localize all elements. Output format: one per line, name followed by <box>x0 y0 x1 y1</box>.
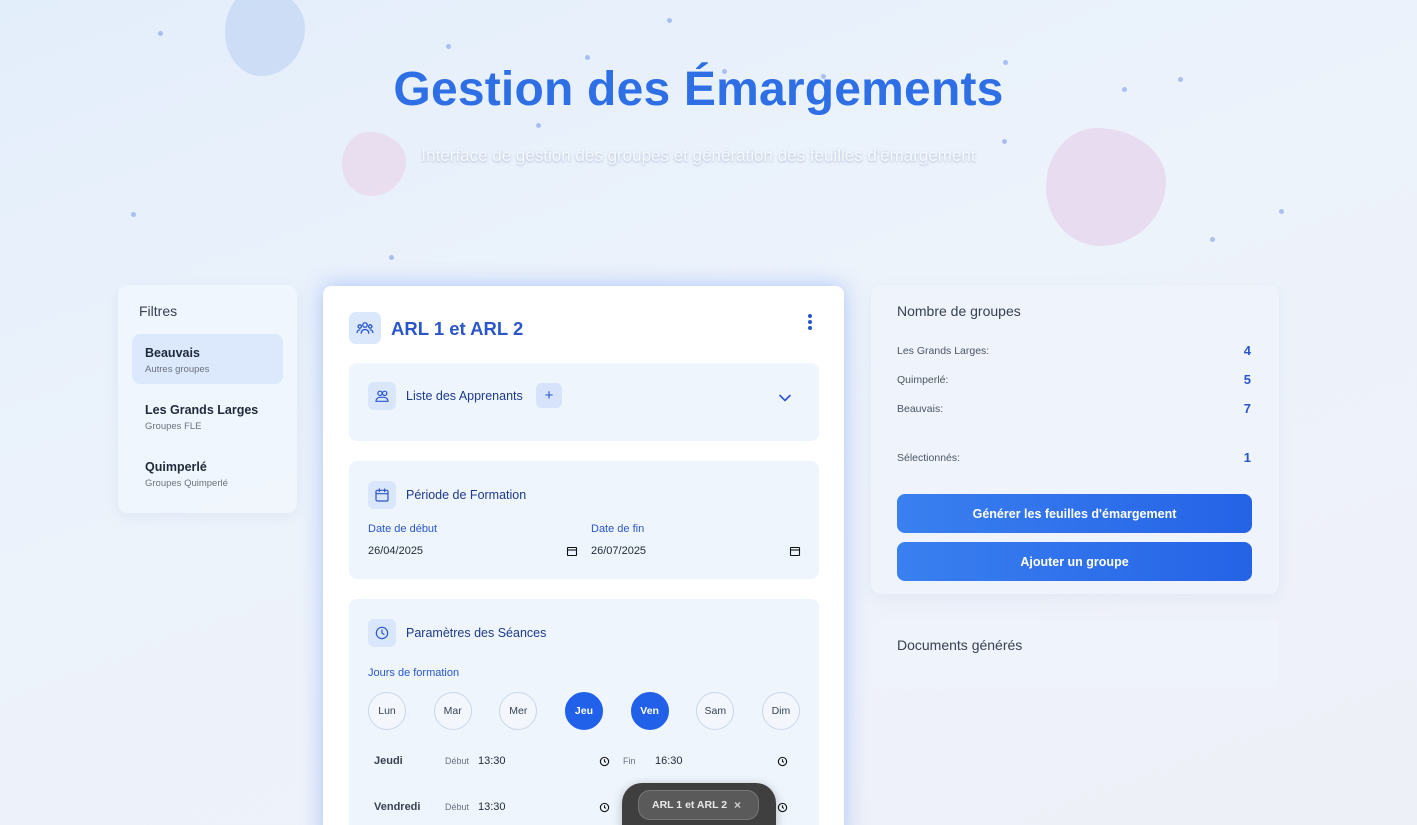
generate-sheets-button[interactable]: Générer les feuilles d'émargement <box>897 494 1252 533</box>
start-date-input[interactable]: 26/04/2025 <box>368 541 578 561</box>
clock-icon[interactable] <box>599 756 610 767</box>
chip-label: ARL 1 et ARL 2 <box>652 799 728 811</box>
start-time-label: Début <box>445 802 470 812</box>
stat-label: Beauvais: <box>897 403 944 415</box>
documents-panel: Documents générés <box>871 619 1279 689</box>
selected-label: Sélectionnés: <box>897 452 961 464</box>
learners-section[interactable]: Liste des Apprenants + <box>349 363 819 441</box>
day-toggle-jeu[interactable]: Jeu <box>564 692 603 730</box>
background-dot <box>131 212 136 217</box>
background-dot <box>585 55 590 60</box>
kebab-menu-icon[interactable] <box>803 312 817 332</box>
start-time-input[interactable]: 13:30 <box>478 801 506 813</box>
start-time-label: Début <box>445 756 470 766</box>
session-day-name: Jeudi <box>374 755 403 767</box>
sessions-title: Paramètres des Séances <box>406 626 547 640</box>
filter-name: Quimperlé <box>145 460 207 474</box>
chevron-down-icon[interactable] <box>778 390 792 408</box>
add-learner-button[interactable]: + <box>536 383 562 408</box>
training-days-label: Jours de formation <box>368 667 460 679</box>
stat-value: 7 <box>1243 401 1251 416</box>
clock-icon[interactable] <box>777 756 788 767</box>
end-date-label: Date de fin <box>591 523 645 535</box>
start-date-label: Date de début <box>368 523 438 535</box>
clock-icon[interactable] <box>777 802 788 813</box>
clock-icon[interactable] <box>599 802 610 813</box>
people-icon <box>368 382 396 410</box>
session-day-name: Vendredi <box>374 801 421 813</box>
day-toggle-lun[interactable]: Lun <box>368 692 406 730</box>
start-date-value: 26/04/2025 <box>368 545 424 557</box>
background-dot <box>446 44 451 49</box>
learners-title: Liste des Apprenants <box>406 389 523 403</box>
days-selector: Lun Mar Mer Jeu Ven Sam Dim <box>368 692 800 730</box>
page-title: Gestion des Émargements <box>393 63 1004 116</box>
day-toggle-sam[interactable]: Sam <box>696 692 735 730</box>
filter-subtitle: Groupes Quimperlé <box>145 478 228 489</box>
filter-item-beauvais[interactable]: Beauvais Autres groupes <box>132 334 283 384</box>
period-section: Période de Formation Date de début Date … <box>349 461 819 579</box>
end-date-input[interactable]: 26/07/2025 <box>591 541 801 561</box>
clock-icon <box>368 619 396 647</box>
filter-name: Les Grands Larges <box>145 403 259 417</box>
group-count-panel: Nombre de groupes Les Grands Larges: 4 Q… <box>871 285 1279 594</box>
group-card: ARL 1 et ARL 2 Liste des Apprenants + Pé… <box>323 286 844 825</box>
day-toggle-ven[interactable]: Ven <box>630 692 669 730</box>
group-count-title: Nombre de groupes <box>897 303 1021 319</box>
filter-subtitle: Autres groupes <box>145 364 210 375</box>
background-dot <box>389 255 394 260</box>
filter-item-les-grands-larges[interactable]: Les Grands Larges Groupes FLE <box>132 391 283 441</box>
selected-group-chip[interactable]: ARL 1 et ARL 2 × <box>638 790 759 820</box>
add-group-button[interactable]: Ajouter un groupe <box>897 542 1252 581</box>
filter-name: Beauvais <box>145 346 200 360</box>
stat-value: 5 <box>1243 372 1251 387</box>
end-time-input[interactable]: 16:30 <box>655 755 683 767</box>
background-dot <box>667 18 672 23</box>
day-toggle-mer[interactable]: Mer <box>499 692 538 730</box>
day-toggle-mar[interactable]: Mar <box>433 692 472 730</box>
calendar-icon <box>368 481 396 509</box>
selection-bar: ARL 1 et ARL 2 × <box>622 783 776 825</box>
calendar-icon <box>789 546 801 557</box>
end-date-value: 26/07/2025 <box>591 545 647 557</box>
filter-subtitle: Groupes FLE <box>145 421 202 432</box>
group-title: ARL 1 et ARL 2 <box>391 318 524 339</box>
documents-title: Documents générés <box>897 637 1023 653</box>
filters-panel: Filtres Beauvais Autres groupes Les Gran… <box>118 285 297 513</box>
day-toggle-dim[interactable]: Dim <box>761 692 800 730</box>
selected-value: 1 <box>1243 450 1251 465</box>
stat-label: Les Grands Larges: <box>897 345 990 357</box>
filters-title: Filtres <box>139 303 178 319</box>
calendar-icon <box>566 546 578 557</box>
background-dot <box>1279 209 1284 214</box>
end-time-label: Fin <box>623 756 636 766</box>
background-dot <box>1210 237 1215 242</box>
page-subtitle: Interface de gestion des groupes et géné… <box>421 146 976 165</box>
filter-item-quimperle[interactable]: Quimperlé Groupes Quimperlé <box>132 448 283 498</box>
period-title: Période de Formation <box>406 488 527 502</box>
background-dot <box>536 123 541 128</box>
background-dot <box>1002 139 1007 144</box>
stat-value: 4 <box>1243 343 1251 358</box>
stat-label: Quimperlé: <box>897 374 949 386</box>
start-time-input[interactable]: 13:30 <box>478 755 506 767</box>
users-icon <box>349 312 381 344</box>
close-icon[interactable]: × <box>734 798 741 812</box>
background-dot <box>158 31 163 36</box>
